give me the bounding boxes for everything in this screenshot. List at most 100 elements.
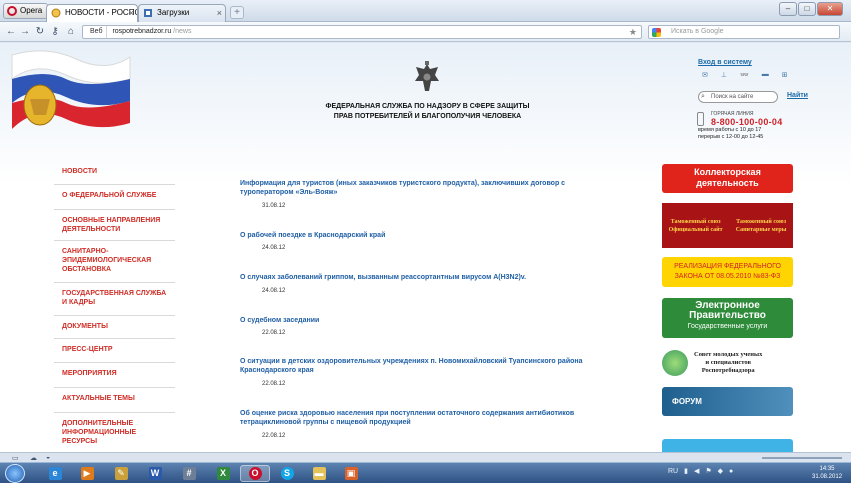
tab-close-icon[interactable]: × — [129, 5, 134, 21]
customs-right-line1: Таможенный союз — [736, 218, 787, 225]
panel-toggle-icon[interactable]: ▭ — [12, 454, 19, 462]
partial-banner[interactable] — [662, 439, 793, 452]
news-date: 22.08.12 — [262, 381, 286, 387]
close-window-button[interactable]: ✕ — [817, 2, 843, 16]
tab-downloads[interactable]: Загрузки × — [138, 4, 226, 22]
nav-item-resources[interactable]: ДОПОЛНИТЕЛЬНЫЕ ИНФОРМАЦИОННЫЕ РЕСУРСЫ — [54, 413, 175, 447]
council-line3: Роспотребнадзора — [701, 367, 755, 374]
paint-icon: ▣ — [344, 467, 358, 480]
tray-volume-icon[interactable]: ◀ — [694, 467, 699, 475]
taskbar-skype[interactable]: S — [272, 465, 302, 482]
taskbar-excel[interactable]: X — [208, 465, 238, 482]
skype-icon: S — [280, 467, 294, 480]
nav-item-civil-service[interactable]: ГОСУДАРСТВЕННАЯ СЛУЖБА И КАДРЫ — [54, 283, 175, 316]
forward-arrow-icon[interactable]: → — [18, 25, 32, 38]
key-icon[interactable]: ⚷ — [48, 25, 62, 38]
language-en-icon[interactable]: ⊞ — [782, 71, 788, 79]
sitemap-icon[interactable]: ⊥ — [721, 71, 727, 79]
accessibility-icon[interactable]: 👓 — [740, 71, 749, 79]
tray-flag-icon[interactable]: ⚑ — [705, 467, 711, 475]
news-title[interactable]: О ситуации в детских оздоровительных учр… — [240, 357, 620, 375]
tray-network-icon[interactable]: ▮ — [684, 467, 688, 475]
nav-item-directions[interactable]: ОСНОВНЫЕ НАПРАВЛЕНИЯ ДЕЯТЕЛЬНОСТИ — [54, 210, 175, 241]
news-date: 31.08.12 — [262, 203, 286, 209]
nav-item-events[interactable]: МЕРОПРИЯТИЯ — [54, 363, 175, 388]
minimize-button[interactable]: – — [779, 2, 797, 16]
customs-left: Таможенный союз Официальный сайт — [669, 218, 723, 234]
web-page: ФЕДЕРАЛЬНАЯ СЛУЖБА ПО НАДЗОРУ В СФЕРЕ ЗА… — [0, 43, 851, 452]
taskbar-tool[interactable]: ✎ — [106, 465, 136, 482]
opera-menu-label: Opera — [20, 6, 43, 15]
reload-icon[interactable]: ↻ — [33, 25, 47, 38]
url-field[interactable]: Веб rospotrebnadzor.ru /news ★ — [82, 25, 642, 39]
tab-close-icon[interactable]: × — [217, 5, 222, 21]
council-text: Совет молодых ученых и специалистов Росп… — [694, 351, 762, 375]
start-button[interactable] — [5, 464, 25, 483]
keyboard-language[interactable]: RU — [668, 468, 678, 475]
google-icon — [652, 28, 661, 37]
url-path: /news — [173, 28, 192, 35]
back-arrow-icon[interactable]: ← — [4, 25, 18, 38]
tab-news[interactable]: НОВОСТИ - РОСПОТ... × — [46, 4, 138, 22]
customs-left-line1: Таможенный союз — [670, 218, 721, 225]
maximize-button[interactable]: □ — [798, 2, 816, 16]
federal-law-banner[interactable]: РЕАЛИЗАЦИЯ ФЕДЕРАЛЬНОГО ЗАКОНА ОТ 08.05.… — [662, 257, 793, 287]
taskbar-paint[interactable]: ▣ — [336, 465, 366, 482]
opera-menu-button[interactable]: Opera — [3, 3, 49, 19]
taskbar-opera[interactable]: O — [240, 465, 270, 482]
taskbar-calc[interactable]: # — [174, 465, 204, 482]
taskbar-media[interactable]: ▶ — [72, 465, 102, 482]
nav-item-topical[interactable]: АКТУАЛЬНЫЕ ТЕМЫ — [54, 388, 175, 413]
taskbar-explorer[interactable]: ▬ — [304, 465, 334, 482]
customs-right: Таможенный союз Санитарные меры — [736, 218, 787, 234]
nav-item-press-center[interactable]: ПРЕСС-ЦЕНТР — [54, 339, 175, 363]
customs-left-line2: Официальный сайт — [668, 226, 723, 233]
forum-banner[interactable]: ФОРУМ — [662, 387, 793, 416]
zoom-slider[interactable] — [762, 457, 842, 459]
home-icon[interactable]: ⌂ — [64, 25, 78, 38]
site-search-input[interactable]: ⌕ Поиск на сайте — [698, 91, 778, 103]
hotline-hours-line2: перерыв с 12-00 до 12-45 — [698, 134, 764, 140]
customs-union-banner[interactable]: Таможенный союз Официальный сайт Таможен… — [662, 203, 793, 248]
opera-icon: O — [248, 467, 262, 480]
bookmark-star-icon[interactable]: ★ — [629, 26, 637, 38]
ie-icon: e — [48, 467, 62, 480]
e-government-banner[interactable]: Электронное Правительство Государственны… — [662, 298, 793, 338]
language-ru-icon[interactable]: ▬ — [762, 71, 769, 79]
tray-misc-icon[interactable]: ● — [729, 468, 733, 475]
news-title[interactable]: Информация для туристов (иных заказчиков… — [240, 179, 620, 197]
news-date: 22.08.12 — [262, 330, 286, 336]
collector-line2: деятельность — [696, 178, 759, 188]
google-search-input[interactable]: Искать в Google — [648, 25, 840, 39]
google-search-placeholder: Искать в Google — [671, 28, 724, 35]
mail-icon[interactable]: ✉ — [702, 71, 708, 79]
taskbar-clock[interactable]: 14:35 31.08.2012 — [812, 465, 842, 481]
tray-shield-icon[interactable]: ◆ — [718, 467, 723, 475]
news-title[interactable]: О рабочей поездке в Краснодарский край — [240, 231, 620, 240]
cloud-icon[interactable]: ☁ — [30, 454, 37, 462]
news-date: 24.08.12 — [262, 245, 286, 251]
taskbar-word[interactable]: W — [140, 465, 170, 482]
downloads-icon — [144, 9, 152, 17]
new-tab-button[interactable]: + — [230, 6, 244, 19]
turbo-icon[interactable]: ◒ — [46, 454, 50, 461]
customs-right-line2: Санитарные меры — [735, 226, 787, 233]
nav-item-news[interactable]: НОВОСТИ — [54, 161, 175, 185]
nav-item-about[interactable]: О ФЕДЕРАЛЬНОЙ СЛУЖБЕ — [54, 185, 175, 210]
agency-title-line2: ПРАВ ПОТРЕБИТЕЛЕЙ И БЛАГОПОЛУЧИЯ ЧЕЛОВЕК… — [333, 113, 522, 120]
taskbar-ie[interactable]: e — [40, 465, 70, 482]
young-scientists-council-banner[interactable]: Совет молодых ученых и специалистов Росп… — [662, 345, 793, 381]
collector-activity-banner[interactable]: Коллекторская деятельность — [662, 164, 793, 193]
nav-item-sanitary[interactable]: САНИТАРНО-ЭПИДЕМИОЛОГИЧЕСКАЯ ОБСТАНОВКА — [54, 241, 175, 283]
hotline-hours: время работы с 10 до 17 перерыв с 12-00 … — [698, 127, 798, 141]
news-title[interactable]: О судебном заседании — [240, 316, 620, 325]
folder-icon: ▬ — [312, 467, 326, 480]
egov-line3: Государственные услуги — [687, 323, 768, 330]
news-title[interactable]: Об оценке риска здоровью населения при п… — [240, 409, 620, 427]
find-button[interactable]: Найти — [787, 92, 808, 99]
login-link[interactable]: Вход в систему — [698, 59, 752, 66]
collector-line1: Коллекторская — [694, 167, 761, 177]
hotline-hours-line1: время работы с 10 до 17 — [698, 127, 762, 133]
nav-item-documents[interactable]: ДОКУМЕНТЫ — [54, 316, 175, 339]
news-title[interactable]: О случаях заболеваний гриппом, вызванным… — [240, 273, 620, 282]
